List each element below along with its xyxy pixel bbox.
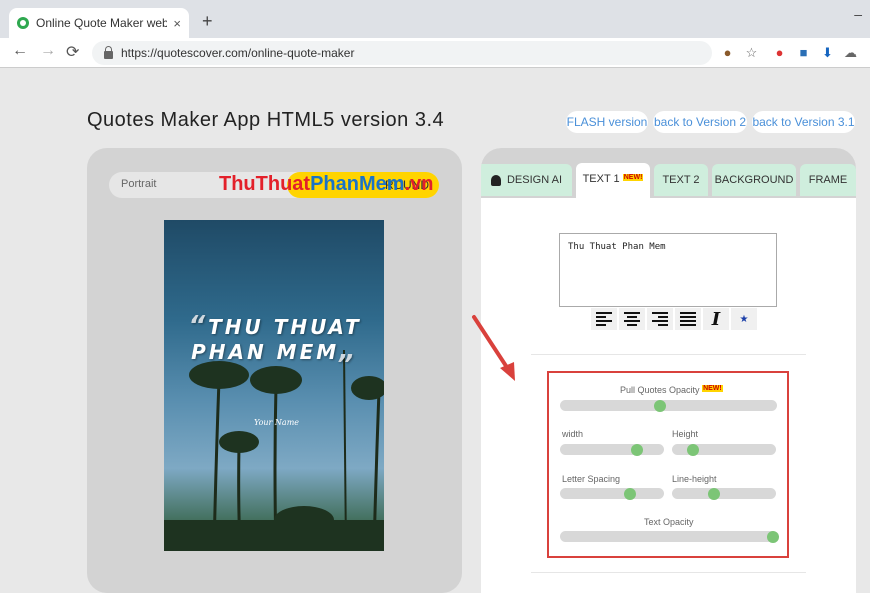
quote-text[interactable]: “THU THUAT PHAN MEM„ (170, 313, 380, 364)
screenshot-extension-icon[interactable]: ■ (796, 45, 811, 60)
align-right-icon[interactable] (647, 308, 673, 330)
site-favicon-icon (17, 17, 29, 29)
tab-frame[interactable]: FRAME (800, 164, 856, 196)
download-extension-icon[interactable]: ⬇ (820, 45, 835, 60)
tab-design-ai[interactable]: DESIGN AI (481, 164, 572, 196)
adblock-extension-icon[interactable]: ● (772, 45, 787, 60)
close-tab-icon[interactable]: × (173, 16, 181, 31)
portrait-option[interactable]: Portrait (121, 178, 156, 190)
watermark-logo: ThuThuatPhanMem.vn (219, 173, 434, 195)
browser-tab-bar: Online Quote Maker web applica × + – (0, 0, 870, 38)
new-badge: NEW! (622, 174, 644, 181)
star-icon[interactable]: ★ (731, 308, 757, 330)
cloud-extension-icon[interactable]: ☁ (843, 45, 858, 60)
editor-tabs: DESIGN AI TEXT 1 NEW! TEXT 2 BACKGROUND … (481, 148, 856, 198)
tab-text-1[interactable]: TEXT 1 NEW! (576, 163, 650, 198)
tab-text-2[interactable]: TEXT 2 (654, 164, 708, 196)
reload-icon[interactable]: ⟳ (66, 42, 79, 62)
preview-panel: Portrait ROUND ThuThuatPhanMem.vn “THU T… (87, 148, 462, 593)
quote-poster-canvas[interactable]: “THU THUAT PHAN MEM„ Your Name (164, 220, 384, 551)
tab-background[interactable]: BACKGROUND (712, 164, 796, 196)
minimize-button[interactable]: – (854, 6, 862, 22)
text-format-toolbar: I ★ (591, 308, 759, 330)
lock-icon (104, 46, 113, 59)
robot-icon (490, 174, 501, 186)
align-center-icon[interactable] (619, 308, 645, 330)
highlight-box (547, 371, 789, 558)
page-content: Quotes Maker App HTML5 version 3.4 FLASH… (0, 69, 870, 593)
orientation-toggle[interactable]: Portrait ROUND ThuThuatPhanMem.vn (109, 172, 439, 198)
align-justify-icon[interactable] (675, 308, 701, 330)
translate-extension-icon[interactable]: ● (720, 45, 735, 60)
new-tab-button[interactable]: + (202, 11, 213, 32)
version-3-1-link[interactable]: back to Version 3.1 (752, 111, 855, 133)
browser-tab-title: Online Quote Maker web applica (36, 16, 168, 30)
browser-toolbar: ← → ⟳ https://quotescover.com/online-quo… (0, 38, 870, 68)
align-left-icon[interactable] (591, 308, 617, 330)
url-text: https://quotescover.com/online-quote-mak… (121, 46, 355, 60)
author-name[interactable]: Your Name (254, 418, 299, 427)
page-title: Quotes Maker App HTML5 version 3.4 (87, 109, 445, 131)
address-bar[interactable]: https://quotescover.com/online-quote-mak… (92, 41, 712, 65)
browser-tab[interactable]: Online Quote Maker web applica × (9, 8, 189, 38)
flash-version-link[interactable]: FLASH version (566, 111, 648, 133)
italic-icon[interactable]: I (703, 308, 729, 330)
quote-text-input[interactable]: Thu Thuat Phan Mem (559, 233, 777, 307)
editor-panel: DESIGN AI TEXT 1 NEW! TEXT 2 BACKGROUND … (481, 148, 856, 593)
bookmark-star-icon[interactable]: ☆ (744, 45, 759, 60)
version-2-link[interactable]: back to Version 2 (653, 111, 747, 133)
palm-trees-image (164, 349, 384, 551)
back-arrow-icon[interactable]: ← (12, 42, 28, 60)
forward-arrow-icon[interactable]: → (40, 42, 56, 60)
section-divider (531, 572, 806, 573)
section-divider (531, 354, 806, 355)
